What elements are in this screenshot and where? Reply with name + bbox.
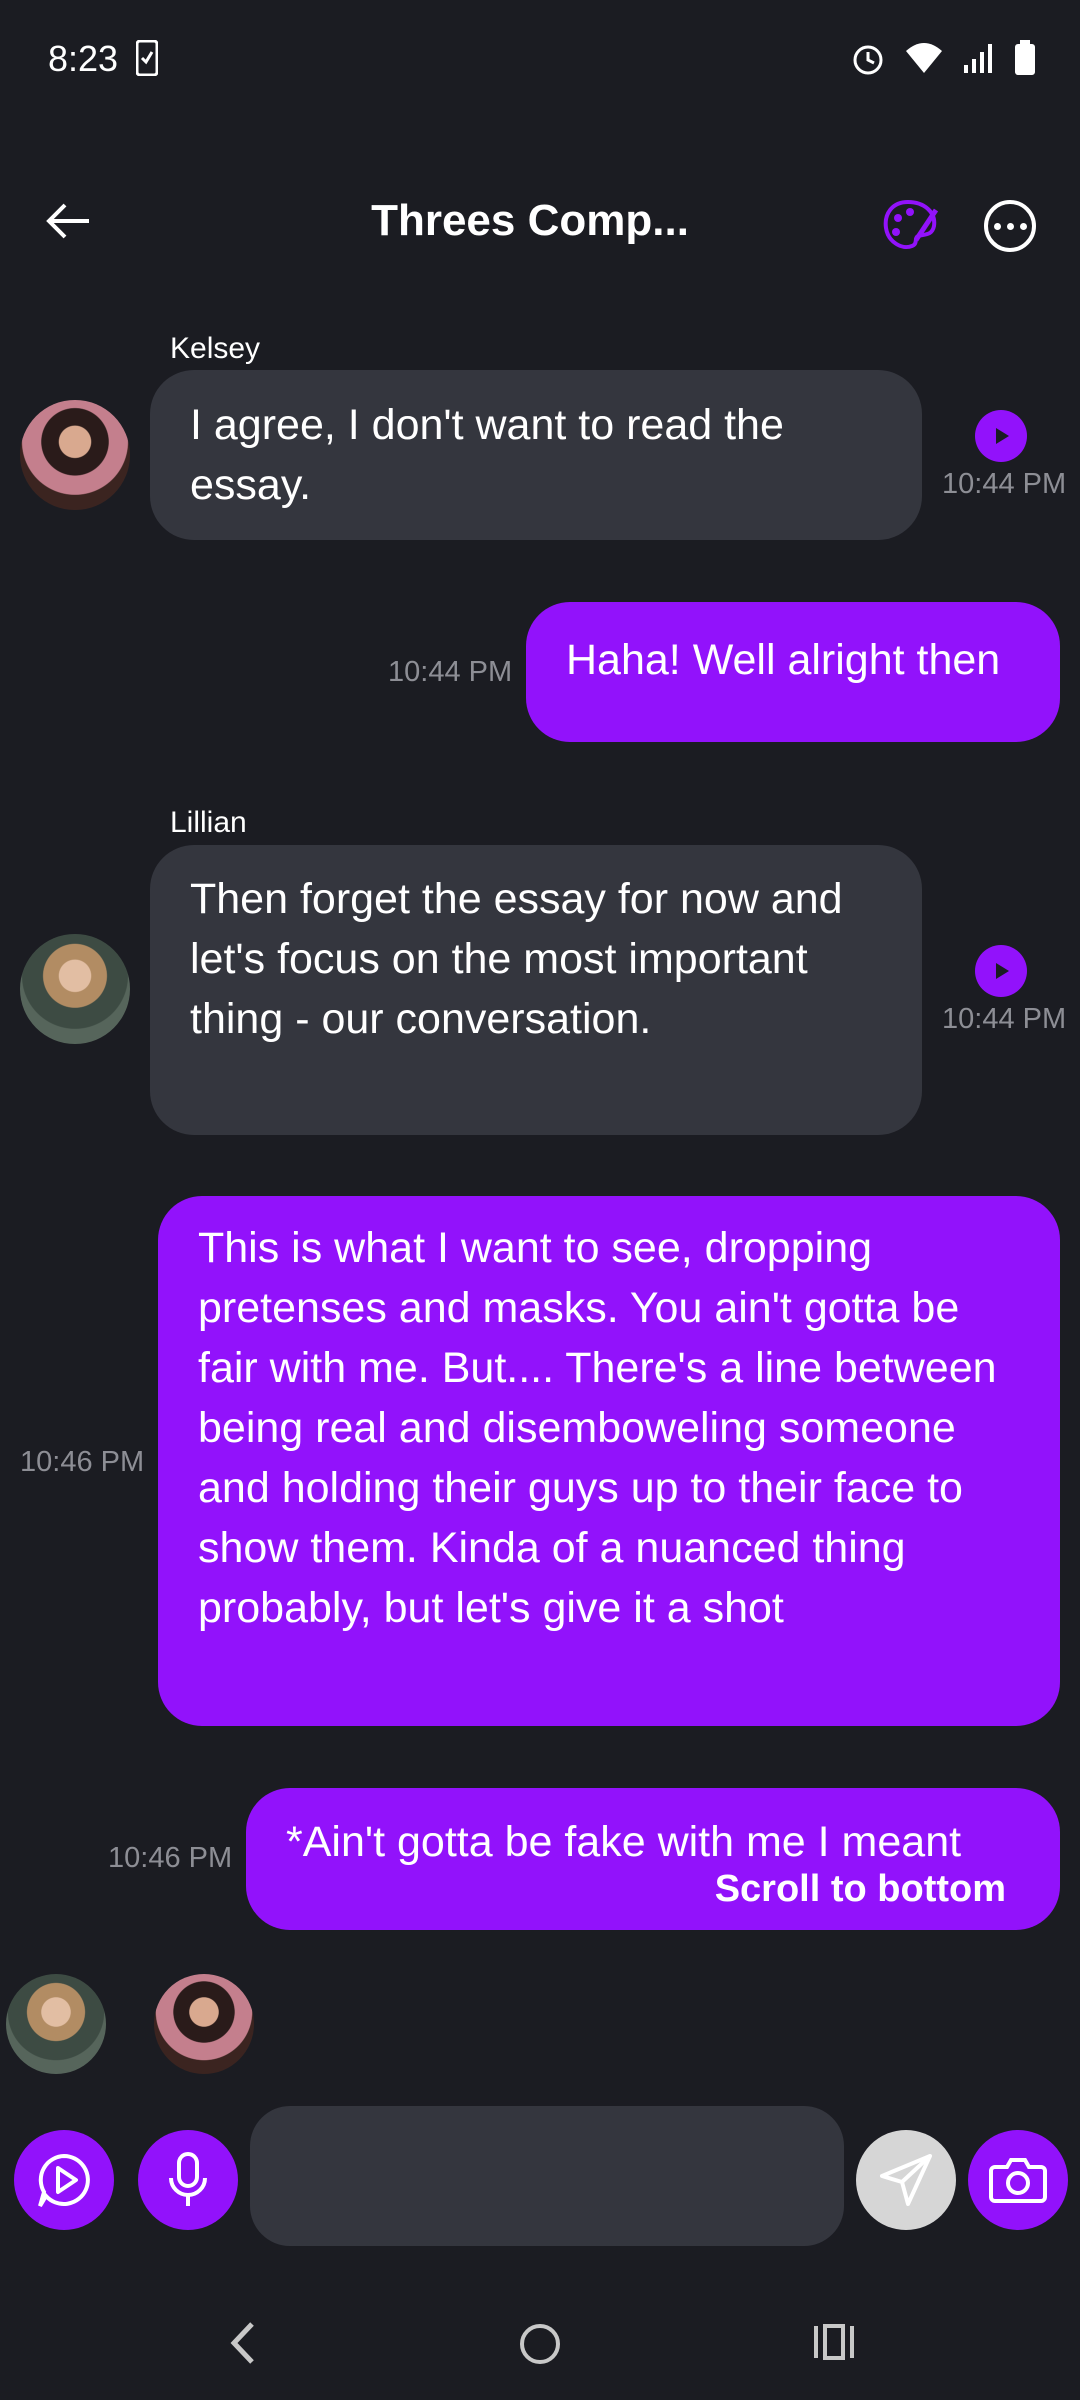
message-bubble-outgoing[interactable]: *Ain't gotta be fake with me I meant Scr… — [246, 1788, 1060, 1930]
wifi-icon — [906, 43, 942, 73]
voice-chat-button[interactable] — [14, 2130, 114, 2230]
nav-back-icon[interactable] — [228, 2320, 258, 2366]
play-audio-button[interactable] — [975, 410, 1027, 462]
message-bubble-incoming[interactable]: I agree, I don't want to read the essay. — [150, 370, 922, 540]
nav-home-icon[interactable] — [518, 2322, 562, 2366]
task-icon — [136, 40, 158, 76]
message-timestamp: 10:44 PM — [942, 1003, 1067, 1035]
participant-avatar-kelsey[interactable] — [154, 1974, 254, 2074]
nav-recents-icon[interactable] — [812, 2322, 856, 2362]
status-icons — [850, 40, 1036, 76]
play-audio-button[interactable] — [975, 945, 1027, 997]
send-button[interactable] — [856, 2130, 956, 2230]
sender-name: Lillian — [170, 806, 247, 839]
avatar-kelsey[interactable] — [20, 400, 130, 510]
participant-avatar-lillian[interactable] — [6, 1974, 106, 2074]
more-icon — [993, 222, 1001, 230]
play-icon — [996, 963, 1009, 979]
back-arrow-icon — [46, 203, 89, 239]
message-bubble-incoming[interactable]: Then forget the essay for now and let's … — [150, 845, 922, 1135]
message-timestamp: 10:46 PM — [20, 1446, 145, 1478]
signal-icon — [964, 44, 992, 73]
scroll-to-bottom-button[interactable]: Scroll to bottom — [704, 1866, 1006, 1912]
palette-icon — [883, 199, 939, 249]
message-timestamp: 10:46 PM — [108, 1842, 233, 1874]
microphone-icon — [169, 2152, 207, 2206]
camera-button[interactable] — [968, 2130, 1068, 2230]
battery-icon — [1015, 40, 1035, 75]
theme-button[interactable] — [880, 196, 940, 256]
status-time: 8:23 — [48, 38, 119, 79]
message-timestamp: 10:44 PM — [388, 656, 513, 688]
camera-icon — [989, 2158, 1047, 2203]
microphone-button[interactable] — [138, 2130, 238, 2230]
message-timestamp: 10:44 PM — [942, 468, 1067, 500]
system-navigation-bar — [0, 2290, 1080, 2400]
message-bubble-outgoing[interactable]: Haha! Well alright then — [526, 602, 1060, 742]
more-button[interactable] — [984, 200, 1036, 252]
message-input[interactable] — [250, 2106, 844, 2246]
chat-title: Threes Comp... — [371, 196, 689, 245]
sender-name: Kelsey — [170, 332, 261, 365]
message-text: *Ain't gotta be fake with me I meant — [286, 1818, 962, 1866]
back-button[interactable] — [38, 196, 98, 246]
avatar-lillian[interactable] — [20, 934, 130, 1044]
alarm-icon — [853, 45, 883, 75]
message-bubble-outgoing[interactable]: This is what I want to see, dropping pre… — [158, 1196, 1060, 1726]
voice-chat-icon — [38, 2153, 90, 2208]
send-icon — [880, 2154, 932, 2206]
play-icon — [996, 428, 1009, 444]
